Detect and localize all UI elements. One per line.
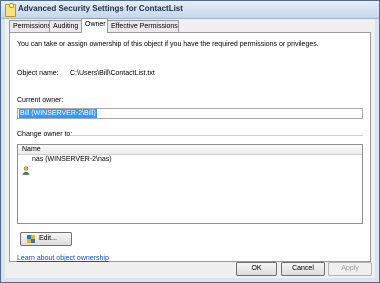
owner-panel: You can take or assign ownership of this… <box>9 32 371 262</box>
list-item-label: nas (WINSERVER-2\nas) <box>32 156 112 163</box>
tab-label: Permissions <box>13 23 52 30</box>
group-divider <box>70 135 363 136</box>
change-owner-list[interactable]: Name nas (WINSERVER-2\nas) <box>17 144 363 224</box>
shield-icon <box>27 235 35 243</box>
apply-button[interactable]: Apply <box>328 262 372 276</box>
lock-folder-icon <box>5 3 16 17</box>
security-settings-window: Advanced Security Settings for ContactLi… <box>0 0 380 283</box>
ok-button[interactable]: OK <box>236 262 277 276</box>
list-header-name[interactable]: Name <box>18 145 362 155</box>
dialog-client-area: Permissions Auditing Owner Effective Per… <box>5 18 375 278</box>
current-owner-field[interactable]: Bill (WINSERVER-2\Bill) <box>17 108 363 119</box>
cancel-button[interactable]: Cancel <box>281 262 325 276</box>
tab-permissions[interactable]: Permissions <box>9 20 52 32</box>
apply-button-label: Apply <box>341 265 359 272</box>
window-title: Advanced Security Settings for ContactLi… <box>18 4 183 13</box>
edit-button[interactable]: Edit... <box>20 232 72 246</box>
title-bar[interactable]: Advanced Security Settings for ContactLi… <box>1 1 379 19</box>
edit-button-label: Edit... <box>39 235 57 242</box>
column-header-label: Name <box>22 146 41 153</box>
current-owner-label: Current owner: <box>17 97 64 104</box>
tab-label: Owner <box>85 21 106 28</box>
change-owner-label: Change owner to: <box>17 131 73 138</box>
user-icon <box>22 166 30 175</box>
tab-auditing[interactable]: Auditing <box>49 20 82 32</box>
object-name-label: Object name: <box>17 70 59 77</box>
tab-label: Effective Permissions <box>111 23 178 30</box>
list-item[interactable]: nas (WINSERVER-2\nas) <box>18 155 362 175</box>
tab-label: Auditing <box>53 23 79 30</box>
cancel-button-label: Cancel <box>292 265 314 272</box>
object-name-value: C:\Users\Bill\ContactList.txt <box>70 70 155 77</box>
intro-text: You can take or assign ownership of this… <box>17 41 319 48</box>
tab-owner[interactable]: Owner <box>81 18 108 33</box>
learn-ownership-link[interactable]: Learn about object ownership <box>17 255 109 262</box>
tab-effective-permissions[interactable]: Effective Permissions <box>107 20 179 32</box>
current-owner-value: Bill (WINSERVER-2\Bill) <box>19 109 97 118</box>
ok-button-label: OK <box>251 265 262 272</box>
